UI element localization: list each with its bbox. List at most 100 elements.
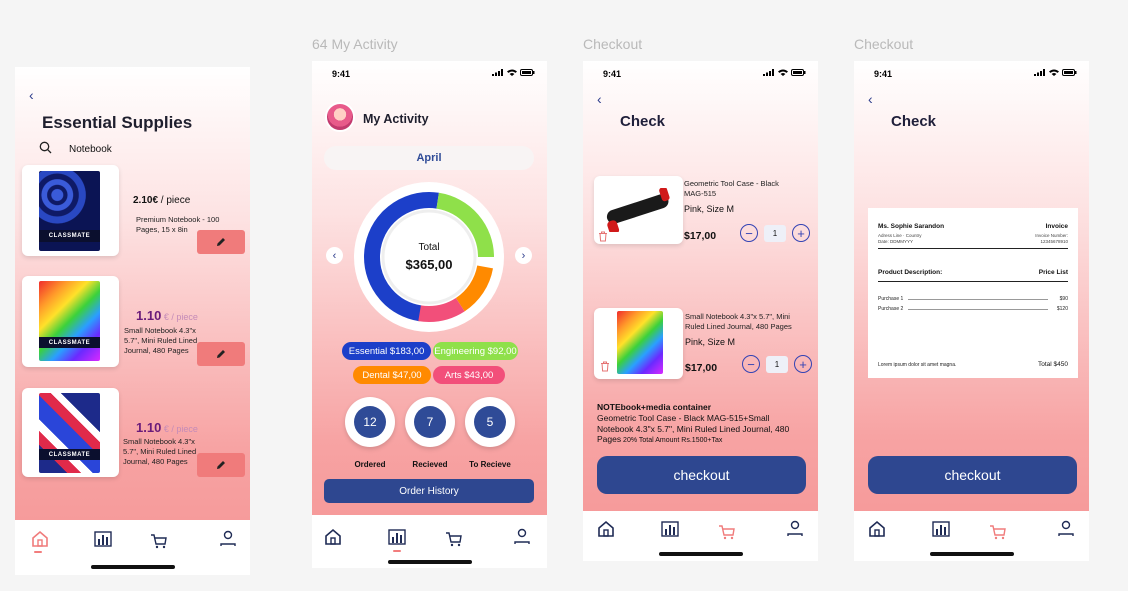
- product-price: 2.10€ / piece: [133, 195, 191, 206]
- stat-value: 12: [354, 406, 386, 438]
- notebook-image-blue: CLASSMATE: [39, 171, 100, 251]
- notebook-image-rainbow: [617, 311, 663, 374]
- month-selector[interactable]: April: [324, 146, 534, 170]
- search-icon[interactable]: [39, 141, 53, 155]
- order-summary-body: Geometric Tool Case - Black MAG-515+Smal…: [597, 413, 790, 444]
- next-month-button[interactable]: ›: [515, 247, 532, 264]
- pencil-icon: [217, 461, 225, 469]
- category-pill-arts[interactable]: Arts $43,00: [433, 366, 505, 384]
- prev-month-button[interactable]: ‹: [326, 247, 343, 264]
- divider: [878, 281, 1068, 282]
- total-label: Total: [418, 242, 440, 253]
- signal-icon: [492, 69, 503, 76]
- home-icon[interactable]: [867, 519, 887, 539]
- trash-icon[interactable]: [598, 231, 608, 242]
- active-indicator: [393, 550, 401, 552]
- profile-icon[interactable]: [512, 527, 532, 547]
- divider: [878, 248, 1068, 249]
- qty-decrement-button[interactable]: −: [740, 224, 758, 242]
- cart-item-card[interactable]: [594, 308, 683, 379]
- qty-value[interactable]: 1: [766, 356, 788, 373]
- avatar[interactable]: [325, 102, 355, 132]
- cart-item-card[interactable]: [594, 176, 683, 244]
- home-indicator: [90, 565, 175, 569]
- status-time: 9:41: [874, 69, 893, 79]
- status-time: 9:41: [332, 69, 351, 79]
- cart-icon[interactable]: [149, 531, 169, 551]
- invoice-number-label: Invoice Number:: [1035, 233, 1068, 238]
- back-button[interactable]: ‹: [597, 91, 602, 107]
- qty-decrement-button[interactable]: −: [742, 355, 760, 373]
- wifi-icon: [507, 69, 517, 76]
- invoice-line-value: $120: [1056, 306, 1068, 312]
- home-indicator: [929, 552, 1014, 556]
- chart-icon[interactable]: [931, 519, 951, 539]
- category-pill-dental[interactable]: Dental $47,00: [353, 366, 431, 384]
- status-icons: [1034, 69, 1077, 76]
- page-title: Check: [891, 113, 937, 130]
- cart-icon[interactable]: [988, 522, 1008, 542]
- cart-item-name: Small Notebook 4.3"x 5.7", Mini Ruled Li…: [685, 312, 792, 331]
- cart-item-price: $17,00: [684, 230, 717, 242]
- profile-icon[interactable]: [1056, 519, 1076, 539]
- category-pill-engineering[interactable]: Engineering $92,00: [433, 342, 518, 360]
- profile-icon[interactable]: [785, 519, 805, 539]
- stat-to-receive[interactable]: 5: [465, 397, 515, 447]
- stat-label: To Recieve: [469, 460, 511, 469]
- qty-value[interactable]: 1: [764, 225, 786, 242]
- cart-icon[interactable]: [444, 529, 464, 549]
- checkout-button[interactable]: checkout: [597, 456, 806, 494]
- back-button[interactable]: ‹: [29, 87, 34, 103]
- order-history-button[interactable]: Order History: [324, 479, 534, 503]
- invoice-number: 12345678910: [1040, 239, 1068, 244]
- stat-ordered[interactable]: 12: [345, 397, 395, 447]
- home-indicator: [387, 560, 472, 564]
- total-value: $365,00: [405, 257, 453, 272]
- invoice-total: Total $450: [1038, 361, 1068, 368]
- home-icon[interactable]: [30, 529, 50, 549]
- invoice-footer-note: Lorem ipsum dolor sit amet magna.: [878, 362, 957, 368]
- notebook-image-geometric: CLASSMATE: [39, 393, 100, 473]
- divider: [908, 309, 1048, 310]
- notebook-image-rainbow: CLASSMATE: [39, 281, 100, 361]
- invoice-line-label: Purchase 2: [878, 306, 904, 312]
- product-card[interactable]: CLASSMATE: [22, 388, 119, 477]
- back-button[interactable]: ‹: [868, 91, 873, 107]
- screen-checkout-invoice: 9:41 ‹ Check Ms. Sophie Sarandon Invoice…: [854, 61, 1089, 561]
- cart-item-variant: Pink, Size M: [685, 337, 736, 347]
- trash-icon[interactable]: [600, 361, 610, 372]
- order-summary-title: NOTEbook+media container: [597, 402, 712, 412]
- screen-checkout: 9:41 ‹ Check Geometric Tool Case - Black…: [583, 61, 818, 561]
- qty-increment-button[interactable]: +: [792, 224, 810, 242]
- chart-icon[interactable]: [93, 529, 113, 549]
- profile-icon[interactable]: [218, 529, 238, 549]
- cart-icon[interactable]: [717, 522, 737, 542]
- category-pill-essential[interactable]: Essential $183,00: [342, 342, 431, 360]
- signal-icon: [763, 69, 774, 76]
- signal-icon: [1034, 69, 1045, 76]
- status-time: 9:41: [603, 69, 622, 79]
- product-description-header: Product Description:: [878, 269, 943, 276]
- product-card[interactable]: CLASSMATE: [22, 165, 119, 256]
- search-input[interactable]: Notebook: [69, 144, 112, 155]
- wifi-icon: [778, 69, 788, 76]
- edit-button[interactable]: [197, 342, 245, 366]
- checkout-button[interactable]: checkout: [868, 456, 1077, 494]
- frame-label-my-activity: 64 My Activity: [312, 36, 398, 52]
- status-icons: [492, 69, 535, 76]
- stat-received[interactable]: 7: [405, 397, 455, 447]
- wifi-icon: [1049, 69, 1059, 76]
- chart-icon[interactable]: [387, 527, 407, 547]
- qty-increment-button[interactable]: +: [794, 355, 812, 373]
- product-card[interactable]: CLASSMATE: [22, 276, 119, 367]
- battery-icon: [791, 69, 806, 76]
- page-title: Essential Supplies: [42, 113, 193, 132]
- product-price: 1.10 € / piece: [136, 308, 198, 323]
- home-icon[interactable]: [596, 519, 616, 539]
- status-icons: [763, 69, 806, 76]
- chart-icon[interactable]: [660, 519, 680, 539]
- bottom-navbar: [854, 511, 1089, 561]
- edit-button[interactable]: [197, 230, 245, 254]
- home-icon[interactable]: [323, 527, 343, 547]
- edit-button[interactable]: [197, 453, 245, 477]
